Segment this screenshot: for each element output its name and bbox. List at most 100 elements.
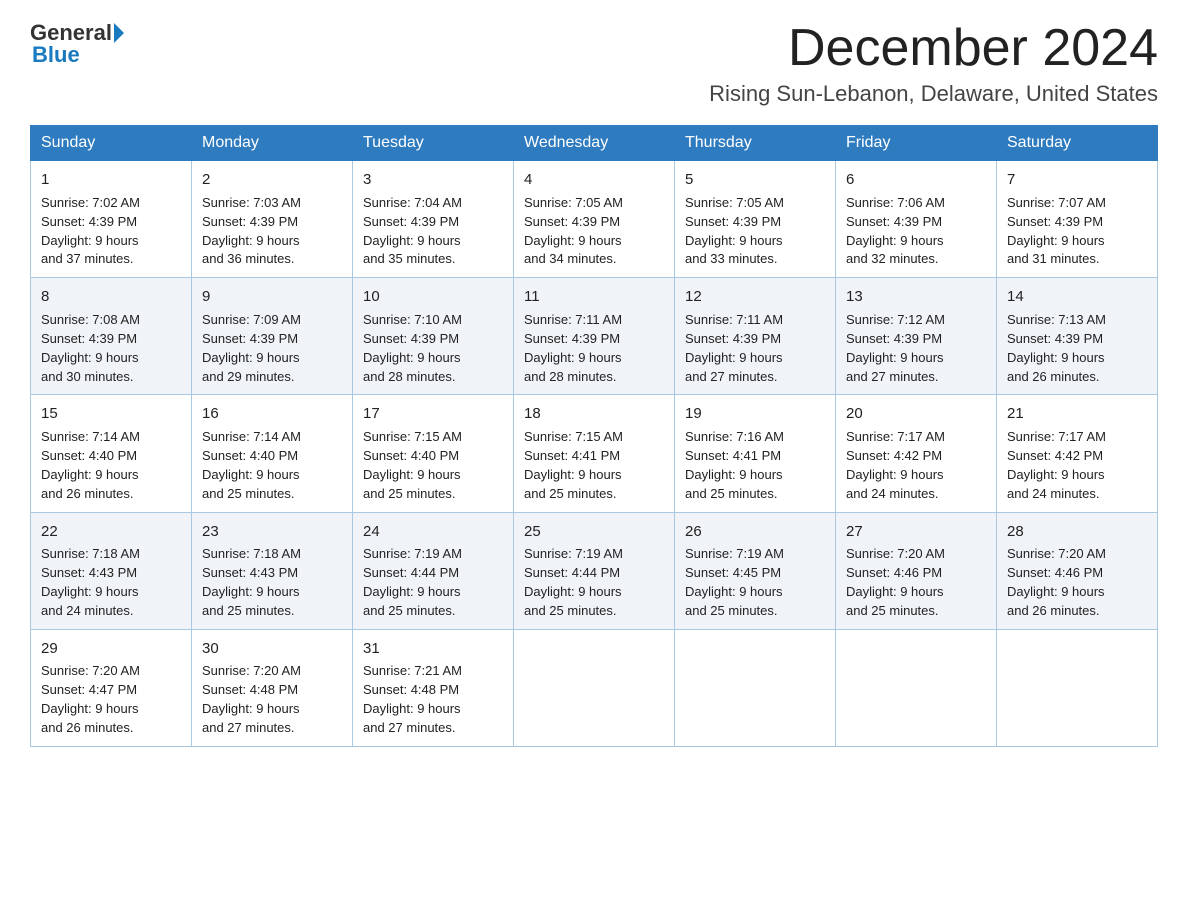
title-area: December 2024 Rising Sun-Lebanon, Delawa… xyxy=(709,20,1158,107)
day-info: Sunrise: 7:13 AMSunset: 4:39 PMDaylight:… xyxy=(1007,311,1147,386)
calendar-cell: 2 Sunrise: 7:03 AMSunset: 4:39 PMDaylight… xyxy=(192,161,353,278)
day-info: Sunrise: 7:19 AMSunset: 4:45 PMDaylight:… xyxy=(685,545,825,620)
day-info: Sunrise: 7:09 AMSunset: 4:39 PMDaylight:… xyxy=(202,311,342,386)
logo-triangle-icon xyxy=(114,23,124,43)
calendar-header-row: SundayMondayTuesdayWednesdayThursdayFrid… xyxy=(31,126,1158,161)
day-info: Sunrise: 7:05 AMSunset: 4:39 PMDaylight:… xyxy=(524,194,664,269)
day-number: 19 xyxy=(685,403,825,425)
calendar-cell: 6 Sunrise: 7:06 AMSunset: 4:39 PMDaylight… xyxy=(836,161,997,278)
day-number: 30 xyxy=(202,638,342,660)
day-number: 24 xyxy=(363,521,503,543)
day-info: Sunrise: 7:20 AMSunset: 4:47 PMDaylight:… xyxy=(41,662,181,737)
day-info: Sunrise: 7:14 AMSunset: 4:40 PMDaylight:… xyxy=(41,428,181,503)
day-number: 12 xyxy=(685,286,825,308)
calendar-cell: 17Sunrise: 7:15 AMSunset: 4:40 PMDayligh… xyxy=(353,395,514,512)
logo-blue: Blue xyxy=(32,42,80,68)
calendar-cell: 9 Sunrise: 7:09 AMSunset: 4:39 PMDaylight… xyxy=(192,278,353,395)
calendar-cell: 12 Sunrise: 7:11 AMSunset: 4:39 PMDayligh… xyxy=(675,278,836,395)
day-number: 22 xyxy=(41,521,181,543)
calendar-cell: 3Sunrise: 7:04 AMSunset: 4:39 PMDaylight… xyxy=(353,161,514,278)
day-number: 20 xyxy=(846,403,986,425)
day-info: Sunrise: 7:21 AMSunset: 4:48 PMDaylight:… xyxy=(363,662,503,737)
day-number: 26 xyxy=(685,521,825,543)
calendar-cell: 23Sunrise: 7:18 AMSunset: 4:43 PMDayligh… xyxy=(192,512,353,629)
calendar-cell xyxy=(836,629,997,746)
day-info: Sunrise: 7:10 AMSunset: 4:39 PMDaylight:… xyxy=(363,311,503,386)
day-info: Sunrise: 7:16 AMSunset: 4:41 PMDaylight:… xyxy=(685,428,825,503)
calendar-cell: 18 Sunrise: 7:15 AMSunset: 4:41 PMDayligh… xyxy=(514,395,675,512)
calendar-cell: 28Sunrise: 7:20 AMSunset: 4:46 PMDayligh… xyxy=(997,512,1158,629)
day-info: Sunrise: 7:20 AMSunset: 4:46 PMDaylight:… xyxy=(1007,545,1147,620)
day-number: 21 xyxy=(1007,403,1147,425)
day-number: 6 xyxy=(846,169,986,191)
calendar-cell: 30Sunrise: 7:20 AMSunset: 4:48 PMDayligh… xyxy=(192,629,353,746)
day-number: 14 xyxy=(1007,286,1147,308)
header-wednesday: Wednesday xyxy=(514,126,675,161)
day-info: Sunrise: 7:18 AMSunset: 4:43 PMDaylight:… xyxy=(41,545,181,620)
day-number: 4 xyxy=(524,169,664,191)
day-info: Sunrise: 7:07 AMSunset: 4:39 PMDaylight:… xyxy=(1007,194,1147,269)
day-info: Sunrise: 7:11 AMSunset: 4:39 PMDaylight:… xyxy=(524,311,664,386)
day-number: 16 xyxy=(202,403,342,425)
day-number: 29 xyxy=(41,638,181,660)
calendar-cell xyxy=(514,629,675,746)
calendar-cell: 14 Sunrise: 7:13 AMSunset: 4:39 PMDayligh… xyxy=(997,278,1158,395)
calendar-cell: 4 Sunrise: 7:05 AMSunset: 4:39 PMDaylight… xyxy=(514,161,675,278)
day-info: Sunrise: 7:08 AMSunset: 4:39 PMDaylight:… xyxy=(41,311,181,386)
day-number: 23 xyxy=(202,521,342,543)
calendar-cell: 16 Sunrise: 7:14 AMSunset: 4:40 PMDayligh… xyxy=(192,395,353,512)
header-thursday: Thursday xyxy=(675,126,836,161)
day-info: Sunrise: 7:06 AMSunset: 4:39 PMDaylight:… xyxy=(846,194,986,269)
calendar-cell: 27Sunrise: 7:20 AMSunset: 4:46 PMDayligh… xyxy=(836,512,997,629)
calendar-cell: 11 Sunrise: 7:11 AMSunset: 4:39 PMDayligh… xyxy=(514,278,675,395)
day-number: 25 xyxy=(524,521,664,543)
calendar-cell: 22Sunrise: 7:18 AMSunset: 4:43 PMDayligh… xyxy=(31,512,192,629)
day-info: Sunrise: 7:15 AMSunset: 4:41 PMDaylight:… xyxy=(524,428,664,503)
header-tuesday: Tuesday xyxy=(353,126,514,161)
day-number: 11 xyxy=(524,286,664,308)
day-info: Sunrise: 7:11 AMSunset: 4:39 PMDaylight:… xyxy=(685,311,825,386)
day-number: 2 xyxy=(202,169,342,191)
calendar-table: SundayMondayTuesdayWednesdayThursdayFrid… xyxy=(30,125,1158,747)
calendar-cell: 21 Sunrise: 7:17 AMSunset: 4:42 PMDayligh… xyxy=(997,395,1158,512)
calendar-cell: 8 Sunrise: 7:08 AMSunset: 4:39 PMDaylight… xyxy=(31,278,192,395)
day-info: Sunrise: 7:17 AMSunset: 4:42 PMDaylight:… xyxy=(846,428,986,503)
day-number: 8 xyxy=(41,286,181,308)
calendar-cell: 1Sunrise: 7:02 AMSunset: 4:39 PMDaylight… xyxy=(31,161,192,278)
calendar-week-row: 8 Sunrise: 7:08 AMSunset: 4:39 PMDaylight… xyxy=(31,278,1158,395)
calendar-cell xyxy=(997,629,1158,746)
calendar-cell: 20 Sunrise: 7:17 AMSunset: 4:42 PMDayligh… xyxy=(836,395,997,512)
calendar-cell: 15 Sunrise: 7:14 AMSunset: 4:40 PMDayligh… xyxy=(31,395,192,512)
subtitle: Rising Sun-Lebanon, Delaware, United Sta… xyxy=(709,81,1158,107)
calendar-cell xyxy=(675,629,836,746)
day-info: Sunrise: 7:20 AMSunset: 4:48 PMDaylight:… xyxy=(202,662,342,737)
day-info: Sunrise: 7:14 AMSunset: 4:40 PMDaylight:… xyxy=(202,428,342,503)
day-info: Sunrise: 7:17 AMSunset: 4:42 PMDaylight:… xyxy=(1007,428,1147,503)
day-info: Sunrise: 7:12 AMSunset: 4:39 PMDaylight:… xyxy=(846,311,986,386)
day-info: Sunrise: 7:03 AMSunset: 4:39 PMDaylight:… xyxy=(202,194,342,269)
day-number: 31 xyxy=(363,638,503,660)
day-number: 15 xyxy=(41,403,181,425)
calendar-week-row: 1Sunrise: 7:02 AMSunset: 4:39 PMDaylight… xyxy=(31,161,1158,278)
header-sunday: Sunday xyxy=(31,126,192,161)
calendar-cell: 19 Sunrise: 7:16 AMSunset: 4:41 PMDayligh… xyxy=(675,395,836,512)
calendar-cell: 26Sunrise: 7:19 AMSunset: 4:45 PMDayligh… xyxy=(675,512,836,629)
header-saturday: Saturday xyxy=(997,126,1158,161)
header-monday: Monday xyxy=(192,126,353,161)
calendar-cell: 31Sunrise: 7:21 AMSunset: 4:48 PMDayligh… xyxy=(353,629,514,746)
day-info: Sunrise: 7:15 AMSunset: 4:40 PMDaylight:… xyxy=(363,428,503,503)
logo: General Blue xyxy=(30,20,124,68)
calendar-cell: 7Sunrise: 7:07 AMSunset: 4:39 PMDaylight… xyxy=(997,161,1158,278)
day-info: Sunrise: 7:05 AMSunset: 4:39 PMDaylight:… xyxy=(685,194,825,269)
header: General Blue December 2024 Rising Sun-Le… xyxy=(30,20,1158,107)
day-number: 27 xyxy=(846,521,986,543)
day-number: 18 xyxy=(524,403,664,425)
day-info: Sunrise: 7:19 AMSunset: 4:44 PMDaylight:… xyxy=(524,545,664,620)
day-number: 13 xyxy=(846,286,986,308)
main-title: December 2024 xyxy=(709,20,1158,77)
day-info: Sunrise: 7:19 AMSunset: 4:44 PMDaylight:… xyxy=(363,545,503,620)
day-number: 9 xyxy=(202,286,342,308)
calendar-week-row: 15 Sunrise: 7:14 AMSunset: 4:40 PMDayligh… xyxy=(31,395,1158,512)
day-info: Sunrise: 7:18 AMSunset: 4:43 PMDaylight:… xyxy=(202,545,342,620)
day-number: 3 xyxy=(363,169,503,191)
